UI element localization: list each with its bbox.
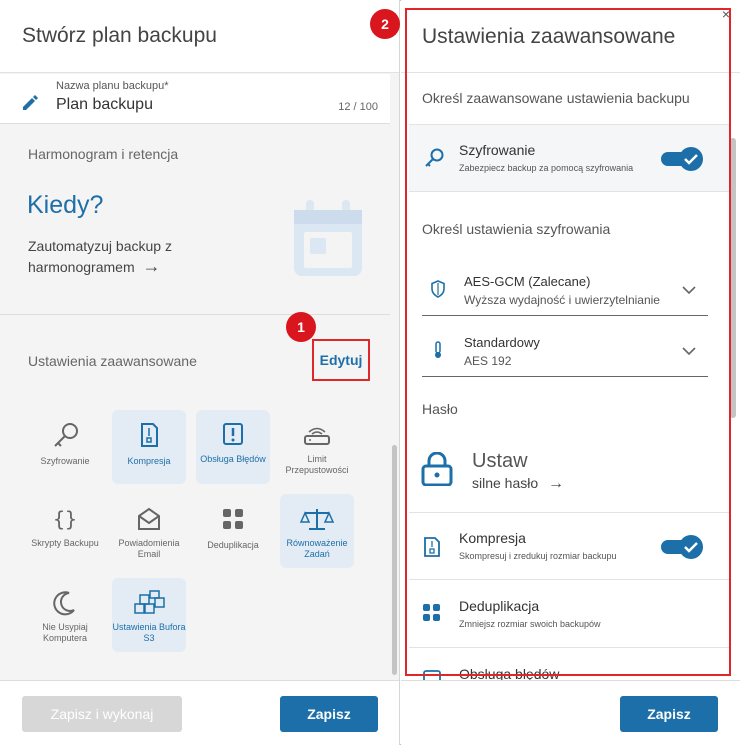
errors-row[interactable]: Obsługa błędów xyxy=(409,648,731,680)
toggle-knob xyxy=(679,535,703,559)
compress-file-icon xyxy=(112,422,186,448)
thermometer-icon xyxy=(430,341,446,364)
left-footer: Zapisz i wykonaj Zapisz xyxy=(0,680,399,745)
chevron-down-icon xyxy=(682,343,696,361)
compress-file-icon xyxy=(423,537,441,562)
compression-title: Kompresja xyxy=(459,530,526,546)
section-encryption-label: Określ ustawienia szyfrowania xyxy=(422,221,611,237)
schedule-link[interactable]: Zautomatyzuj backup z harmonogramem → xyxy=(28,236,188,277)
save-button[interactable]: Zapisz xyxy=(280,696,378,732)
key-icon xyxy=(28,422,102,448)
tile-label: Skrypty Backupu xyxy=(31,538,99,548)
dedup-sub: Zmniejsz rozmiar swoich backupów xyxy=(459,619,601,629)
shield-icon xyxy=(430,280,446,303)
chevron-down-icon xyxy=(682,282,696,300)
create-plan-panel: Stwórz plan backupu Nazwa planu backupu*… xyxy=(0,0,400,745)
pencil-icon xyxy=(20,92,40,117)
envelope-icon xyxy=(112,506,186,532)
strength-value: Standardowy xyxy=(464,335,540,350)
alert-icon xyxy=(196,422,270,448)
plan-name-value[interactable]: Plan backupu xyxy=(56,96,153,114)
dedup-title: Deduplikacja xyxy=(459,598,540,614)
tile-label: Równoważenie Zadań xyxy=(286,538,348,559)
tile-backup-scripts[interactable]: {} Skrypty Backupu xyxy=(28,494,102,568)
tile-label: Ustawienia Bufora S3 xyxy=(112,622,186,643)
tile-deduplication[interactable]: Deduplikacja xyxy=(196,494,270,568)
grid-icon xyxy=(423,604,441,627)
set-password-link[interactable]: Ustaw xyxy=(472,450,528,473)
algorithm-value: AES-GCM (Zalecane) xyxy=(464,274,591,289)
close-icon[interactable]: × xyxy=(722,6,730,22)
tile-error-handling[interactable]: Obsługa Błędów xyxy=(196,410,270,484)
left-scrollbar[interactable] xyxy=(390,125,399,680)
tile-prevent-sleep[interactable]: Nie Usypiaj Komputera xyxy=(28,578,102,652)
right-footer: Zapisz xyxy=(401,680,740,745)
step-badge-2: 2 xyxy=(370,9,400,39)
tile-compression[interactable]: Kompresja xyxy=(112,410,186,484)
right-header: Ustawienia zaawansowane × xyxy=(401,0,740,73)
tile-label: Nie Usypiaj Komputera xyxy=(42,622,88,643)
alert-icon xyxy=(423,670,441,680)
tile-label: Kompresja xyxy=(127,456,171,466)
tile-label: Obsługa Błędów xyxy=(200,454,266,464)
braces-icon: {} xyxy=(28,506,102,532)
tile-email-notifications[interactable]: Powiadomienia Email xyxy=(112,494,186,568)
encryption-sub: Zabezpiecz backup za pomocą szyfrowania xyxy=(459,163,634,173)
scales-icon xyxy=(280,506,354,532)
arrow-right-icon: → xyxy=(548,475,565,492)
tile-s3-buffer[interactable]: Ustawienia Bufora S3 xyxy=(112,578,186,652)
plan-name-field[interactable]: Nazwa planu backupu* Plan backupu 12 / 1… xyxy=(0,74,390,124)
errors-title: Obsługa błędów xyxy=(459,666,560,680)
tile-encryption[interactable]: Szyfrowanie xyxy=(28,410,102,484)
router-icon xyxy=(280,422,354,448)
strength-select[interactable]: Standardowy AES 192 xyxy=(422,327,708,377)
compression-toggle[interactable] xyxy=(661,535,703,559)
save-and-run-button[interactable]: Zapisz i wykonaj xyxy=(22,696,182,732)
compression-row[interactable]: Kompresja Skompresuj i zredukuj rozmiar … xyxy=(409,512,731,580)
panel-title: Ustawienia zaawansowane xyxy=(422,25,676,48)
strength-sub: AES 192 xyxy=(464,354,512,368)
cubes-icon xyxy=(112,590,186,616)
algorithm-sub: Wyższa wydajność i uwierzytelnianie xyxy=(464,293,660,307)
calendar-icon xyxy=(292,198,364,283)
arrow-right-icon: → xyxy=(142,256,161,276)
grid-icon xyxy=(196,506,270,532)
schedule-section: Harmonogram i retencja Kiedy? Zautomatyz… xyxy=(0,125,390,315)
scroll-thumb[interactable] xyxy=(392,445,397,675)
tile-bandwidth-limit[interactable]: Limit Przepustowości xyxy=(280,410,354,484)
toggle-knob xyxy=(679,147,703,171)
moon-icon xyxy=(28,590,102,616)
tile-load-balancing[interactable]: Równoważenie Zadań xyxy=(280,494,354,568)
step-badge-1: 1 xyxy=(286,312,316,342)
char-counter: 12 / 100 xyxy=(338,101,378,113)
encryption-toggle[interactable] xyxy=(661,147,703,171)
plan-name-label: Nazwa planu backupu* xyxy=(56,80,169,92)
strong-password-link[interactable]: silne hasło → xyxy=(472,475,564,493)
key-icon xyxy=(423,147,445,174)
tile-label: Deduplikacja xyxy=(207,540,259,550)
edit-button[interactable]: Edytuj xyxy=(312,339,370,381)
section-advanced-label: Określ zaawansowane ustawienia backupu xyxy=(422,90,690,106)
lock-icon xyxy=(421,451,453,491)
encryption-row[interactable]: Szyfrowanie Zabezpiecz backup za pomocą … xyxy=(409,124,731,192)
schedule-headline[interactable]: Kiedy? xyxy=(27,191,103,220)
advanced-settings-panel: Ustawienia zaawansowane × Określ zaawans… xyxy=(401,0,740,745)
save-button[interactable]: Zapisz xyxy=(620,696,718,732)
left-content: Harmonogram i retencja Kiedy? Zautomatyz… xyxy=(0,125,390,680)
encryption-title: Szyfrowanie xyxy=(459,142,536,158)
compression-sub: Skompresuj i zredukuj rozmiar backupu xyxy=(459,551,617,561)
svg-text:{}: {} xyxy=(53,507,77,531)
password-label: Hasło xyxy=(422,401,458,417)
tile-label: Szyfrowanie xyxy=(40,456,90,466)
right-scrollbar[interactable] xyxy=(730,138,736,418)
tile-label: Limit Przepustowości xyxy=(285,454,349,475)
tile-label: Powiadomienia Email xyxy=(118,538,180,559)
schedule-title: Harmonogram i retencja xyxy=(28,146,179,162)
dedup-row[interactable]: Deduplikacja Zmniejsz rozmiar swoich bac… xyxy=(409,580,731,648)
algorithm-select[interactable]: AES-GCM (Zalecane) Wyższa wydajność i uw… xyxy=(422,266,708,316)
strong-password-text: silne hasło xyxy=(472,475,539,491)
left-header: Stwórz plan backupu xyxy=(0,0,399,73)
page-title: Stwórz plan backupu xyxy=(22,24,217,47)
advanced-title: Ustawienia zaawansowane xyxy=(28,353,197,369)
